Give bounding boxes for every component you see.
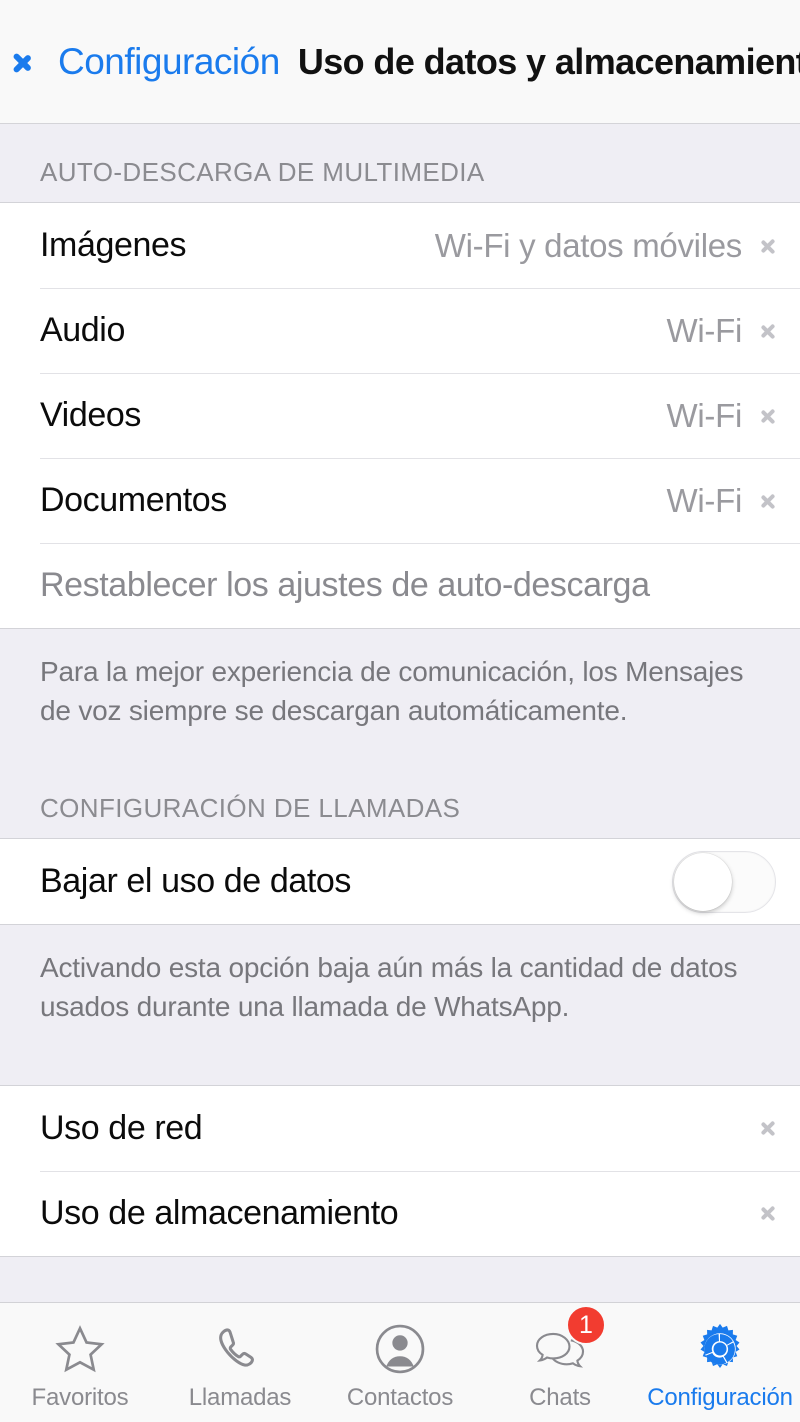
tab-configuracion[interactable]: Configuración <box>640 1303 800 1422</box>
tab-bar: Favoritos Llamadas Contactos 1 Chats Con… <box>0 1302 800 1422</box>
tab-chats[interactable]: 1 Chats <box>480 1303 640 1422</box>
row-accessory <box>760 1199 776 1227</box>
row-label: Documentos <box>40 481 227 519</box>
row-accessory: Wi-Fi <box>667 482 776 520</box>
row-accessory: Wi-Fi <box>667 312 776 350</box>
row-documentos[interactable]: Documentos Wi-Fi <box>0 458 800 543</box>
contact-circle-icon <box>371 1320 429 1378</box>
row-videos[interactable]: Videos Wi-Fi <box>0 373 800 458</box>
card-call-settings: Bajar el uso de datos <box>0 838 800 926</box>
row-reset-auto-download[interactable]: Restablecer los ajustes de auto-descarga <box>0 543 800 628</box>
row-uso-de-red[interactable]: Uso de red <box>0 1086 800 1171</box>
chevron-right-icon <box>760 1199 776 1227</box>
row-accessory: Wi-Fi <box>667 397 776 435</box>
row-label: Restablecer los ajustes de auto-descarga <box>40 566 650 604</box>
whatsapp-settings-screen: Configuración Uso de datos y almacenamie… <box>0 0 800 1422</box>
row-audio[interactable]: Audio Wi-Fi <box>0 288 800 373</box>
row-value: Wi-Fi y datos móviles <box>434 226 743 264</box>
tab-llamadas[interactable]: Llamadas <box>160 1303 320 1422</box>
back-button[interactable]: Configuración <box>26 41 280 83</box>
star-outline-icon <box>51 1320 109 1378</box>
chevron-right-icon <box>760 317 776 345</box>
chats-badge: 1 <box>566 1305 606 1345</box>
row-imagenes[interactable]: Imágenes Wi-Fi y datos móviles <box>0 203 800 288</box>
tab-label: Favoritos <box>31 1383 129 1411</box>
footnote-auto-download: Para la mejor experiencia de comunicació… <box>40 656 744 726</box>
row-label: Uso de red <box>40 1108 203 1147</box>
row-accessory <box>672 850 776 913</box>
section-header-auto-download: AUTO-DESCARGA DE MULTIMEDIA <box>40 157 485 187</box>
tab-label: Configuración <box>647 1383 793 1411</box>
row-label: Bajar el uso de datos <box>40 862 352 901</box>
chevron-right-icon <box>760 232 776 260</box>
row-accessory: Wi-Fi y datos móviles <box>435 227 776 265</box>
section-header-call-settings: CONFIGURACIÓN DE LLAMADAS <box>40 793 461 824</box>
phone-icon <box>211 1320 269 1378</box>
row-value: Wi-Fi <box>666 481 743 519</box>
card-usage: Uso de red Uso de almacenamiento <box>0 1084 800 1257</box>
tab-favoritos[interactable]: Favoritos <box>0 1303 160 1422</box>
row-label: Videos <box>40 396 141 434</box>
row-label: Audio <box>40 311 125 349</box>
tab-contactos[interactable]: Contactos <box>320 1303 480 1422</box>
chevron-right-icon <box>760 487 776 515</box>
footnote-call-settings: Activando esta opción baja aún más la ca… <box>40 952 738 1022</box>
row-label: Imágenes <box>40 226 187 264</box>
row-low-data-usage[interactable]: Bajar el uso de datos <box>0 839 800 924</box>
gear-icon <box>691 1320 749 1378</box>
tab-label: Contactos <box>346 1383 454 1411</box>
page-title: Uso de datos y almacenamiento <box>297 40 800 82</box>
navigation-bar: Configuración Uso de datos y almacenamie… <box>0 0 800 124</box>
toggle-knob <box>674 852 732 911</box>
settings-list[interactable]: AUTO-DESCARGA DE MULTIMEDIA Imágenes Wi-… <box>0 124 800 1302</box>
row-uso-de-almacenamiento[interactable]: Uso de almacenamiento <box>0 1170 800 1256</box>
card-auto-download: Imágenes Wi-Fi y datos móviles Audio Wi-… <box>0 202 800 629</box>
chevron-right-icon <box>760 402 776 430</box>
chevron-right-icon <box>760 1114 776 1142</box>
row-accessory <box>760 1114 776 1142</box>
row-label: Uso de almacenamiento <box>40 1193 399 1232</box>
back-button-label: Configuración <box>58 40 280 82</box>
row-value: Wi-Fi <box>666 311 743 349</box>
tab-label: Llamadas <box>188 1383 292 1411</box>
tab-label: Chats <box>529 1383 591 1411</box>
row-value: Wi-Fi <box>666 396 743 434</box>
chevron-left-icon <box>26 43 48 81</box>
low-data-usage-toggle[interactable] <box>672 850 776 913</box>
